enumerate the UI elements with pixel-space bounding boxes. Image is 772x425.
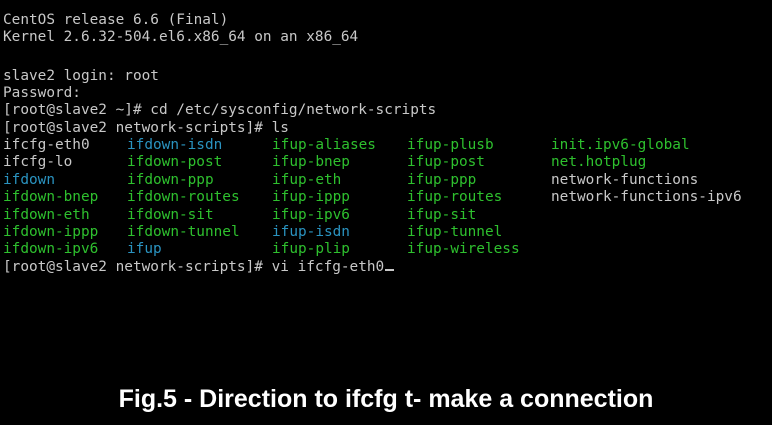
ls-entry: ifup-plusb [407, 137, 494, 153]
cd-command-line: [root@slave2 ~]# cd /etc/sysconfig/netwo… [3, 102, 437, 118]
terminal-screen[interactable]: CentOS release 6.6 (Final) Kernel 2.6.32… [0, 0, 772, 425]
ls-row: ifdown-ippp ifdown-tunnel ifup-isdn ifup-tu… [0, 224, 772, 240]
ls-entry: ifdown-routes [127, 189, 240, 206]
ls-entry: ifdown-ippp [3, 224, 99, 240]
figure-caption: Fig.5 - Direction to ifcfg t- make a con… [118, 385, 654, 413]
ls-row: ifdown ifdown-ppp ifup-eth ifup-ppp network-… [0, 172, 772, 188]
ls-row: ifcfg-lo ifdown-post ifup-bnep ifup-post net… [0, 154, 772, 170]
kernel-line: Kernel 2.6.32-504.el6.x86_64 on an x86_6… [3, 29, 359, 45]
ls-entry: net.hotplug [551, 154, 647, 171]
ls-entry: ifup-post [407, 154, 485, 171]
ls-entry: ifup-ipv6 [272, 206, 350, 223]
password-line: Password: [3, 85, 81, 101]
ls-entry: ifup-routes [407, 189, 503, 206]
ls-row: ifcfg-eth0 ifdown-isdn ifup-aliases ifup-pl… [0, 137, 772, 153]
ls-entry: ifup-eth [272, 171, 342, 188]
ls-entry: ifup-bnep [272, 154, 350, 171]
ls-entry: ifup-tunnel [407, 224, 503, 240]
ls-entry: ifup-sit [407, 206, 477, 223]
current-prompt-line[interactable]: [root@slave2 network-scripts]# vi ifcfg-… [3, 259, 395, 275]
ls-row: ifdown-bnep ifdown-routes ifup-ippp ifup-ro… [0, 189, 772, 205]
ls-entry: ifdown-isdn [127, 137, 223, 153]
os-release-line: CentOS release 6.6 (Final) [3, 12, 229, 28]
ls-entry: ifdown-tunnel [127, 224, 240, 240]
ls-entry: ifup-plip [272, 241, 350, 258]
ls-entry: ifdown-sit [127, 206, 214, 223]
login-line: slave2 login: root [3, 68, 159, 84]
ls-entry: ifup-ppp [407, 171, 477, 188]
ls-entry: ifdown [3, 171, 55, 188]
ls-entry: ifup [127, 241, 162, 258]
ls-entry: ifup-aliases [272, 137, 376, 153]
ls-command-line: [root@slave2 network-scripts]# ls [3, 120, 289, 136]
ls-entry: ifdown-ppp [127, 171, 214, 188]
ls-entry: network-functions [551, 171, 699, 188]
ls-entry: network-functions-ipv6 [551, 189, 742, 206]
ls-entry: init.ipv6-global [551, 137, 690, 153]
current-command: [root@slave2 network-scripts]# vi ifcfg-… [3, 259, 385, 275]
ls-entry: ifup-wireless [407, 241, 520, 258]
ls-row: ifdown-ipv6 ifup ifup-plip ifup-wireless [0, 241, 772, 257]
ls-entry: ifcfg-eth0 [3, 137, 90, 153]
ls-entry: ifcfg-lo [3, 154, 73, 171]
text-cursor [385, 269, 395, 271]
ls-entry: ifdown-bnep [3, 189, 99, 206]
ls-row: ifdown-eth ifdown-sit ifup-ipv6 ifup-sit [0, 207, 772, 223]
ls-entry: ifdown-ipv6 [3, 241, 99, 258]
ls-entry: ifup-isdn [272, 224, 350, 240]
ls-entry: ifdown-eth [3, 206, 90, 223]
ls-entry: ifdown-post [127, 154, 223, 171]
ls-entry: ifup-ippp [272, 189, 350, 206]
